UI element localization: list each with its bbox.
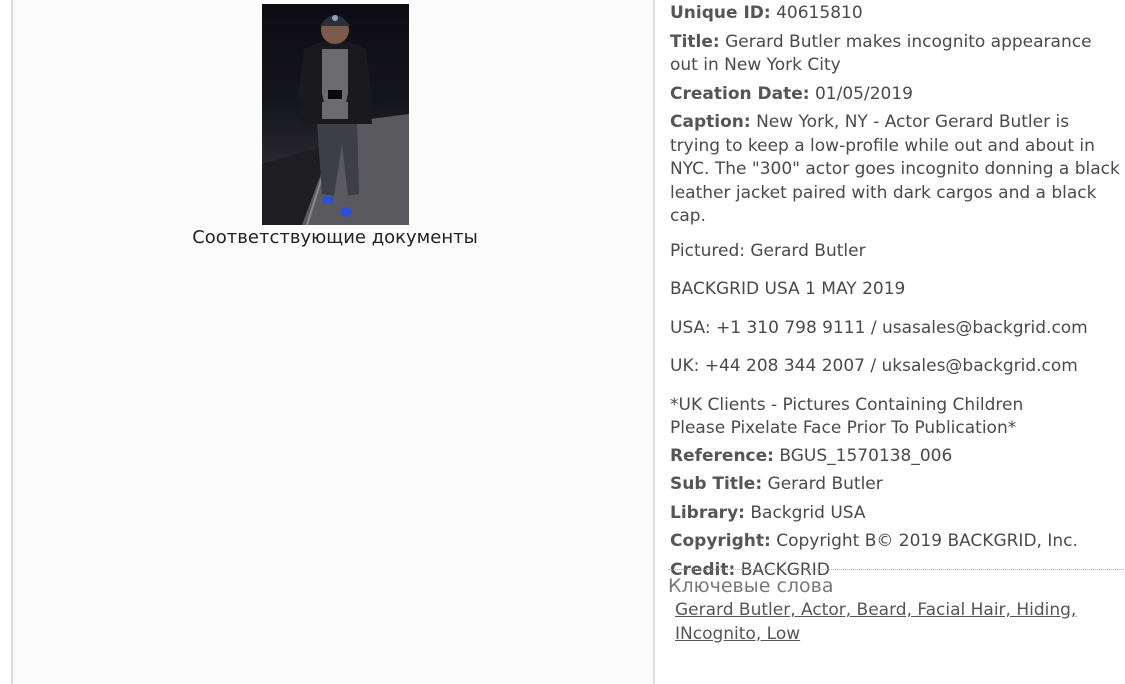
sub-title-row: Sub Title: Gerard Butler [670, 473, 1120, 497]
creation-date-value: 01/05/2019 [814, 83, 913, 104]
uk-clients-line-2: Please Pixelate Face Prior To Publicatio… [670, 418, 1017, 438]
usa-contact-line: USA: +1 310 798 9111 / usasales@backgrid… [670, 317, 1088, 338]
library-label: Library: [670, 502, 745, 523]
keywords-list: Gerard Butler, Actor, Beard, Facial Hair… [675, 599, 1115, 646]
library-row: Library: Backgrid USA [670, 502, 1120, 526]
reference-value: BGUS_1570138_006 [779, 445, 953, 466]
sub-title-label: Sub Title: [670, 474, 763, 494]
title-label: Title: [670, 31, 720, 52]
library-value: Backgrid USA [750, 502, 866, 523]
keywords-divider [668, 569, 1124, 570]
uk-clients-notice: *UK Clients - Pictures Containing Childr… [670, 394, 1120, 441]
uk-contact-line: UK: +44 208 344 2007 / uksales@backgrid.… [670, 356, 1078, 376]
title-row: Title: Gerard Butler makes incognito app… [670, 31, 1120, 78]
creation-date-label: Creation Date: [670, 83, 810, 104]
pictured-line: Pictured: Gerard Butler [670, 240, 866, 261]
keywords-heading: Ключевые слова [668, 575, 834, 597]
photo-image [262, 15, 409, 225]
details-panel: Unique ID: 40615810 Title: Gerard Butler… [670, 2, 1120, 587]
copyright-value: Copyright B© 2019 BACKGRID, Inc. [776, 531, 1078, 551]
copyright-label: Copyright: [670, 531, 771, 551]
copyright-row: Copyright: Copyright B© 2019 BACKGRID, I… [670, 530, 1120, 554]
reference-label: Reference: [670, 445, 774, 466]
unique-id-row: Unique ID: 40615810 [670, 2, 1120, 26]
uk-clients-line-1: *UK Clients - Pictures Containing Childr… [670, 394, 1024, 415]
sub-title-value: Gerard Butler [767, 474, 883, 494]
unique-id-value: 40615810 [776, 3, 863, 23]
backgrid-line: BACKGRID USA 1 MAY 2019 [670, 279, 906, 299]
reference-row: Reference: BGUS_1570138_006 [670, 445, 1120, 469]
unique-id-label: Unique ID: [670, 3, 771, 23]
caption-row: Caption: New York, NY - Actor Gerard But… [670, 111, 1120, 229]
caption-label: Caption: [670, 112, 751, 132]
keywords-link[interactable]: Gerard Butler, Actor, Beard, Facial Hair… [675, 600, 1076, 644]
left-pane: Соответствующие документы [11, 0, 655, 684]
title-value: Gerard Butler makes incognito appearance… [670, 31, 1092, 76]
photo-thumbnail[interactable] [262, 4, 409, 225]
creation-date-row: Creation Date: 01/05/2019 [670, 83, 1120, 107]
related-documents-link[interactable]: Соответствующие документы [13, 227, 657, 248]
